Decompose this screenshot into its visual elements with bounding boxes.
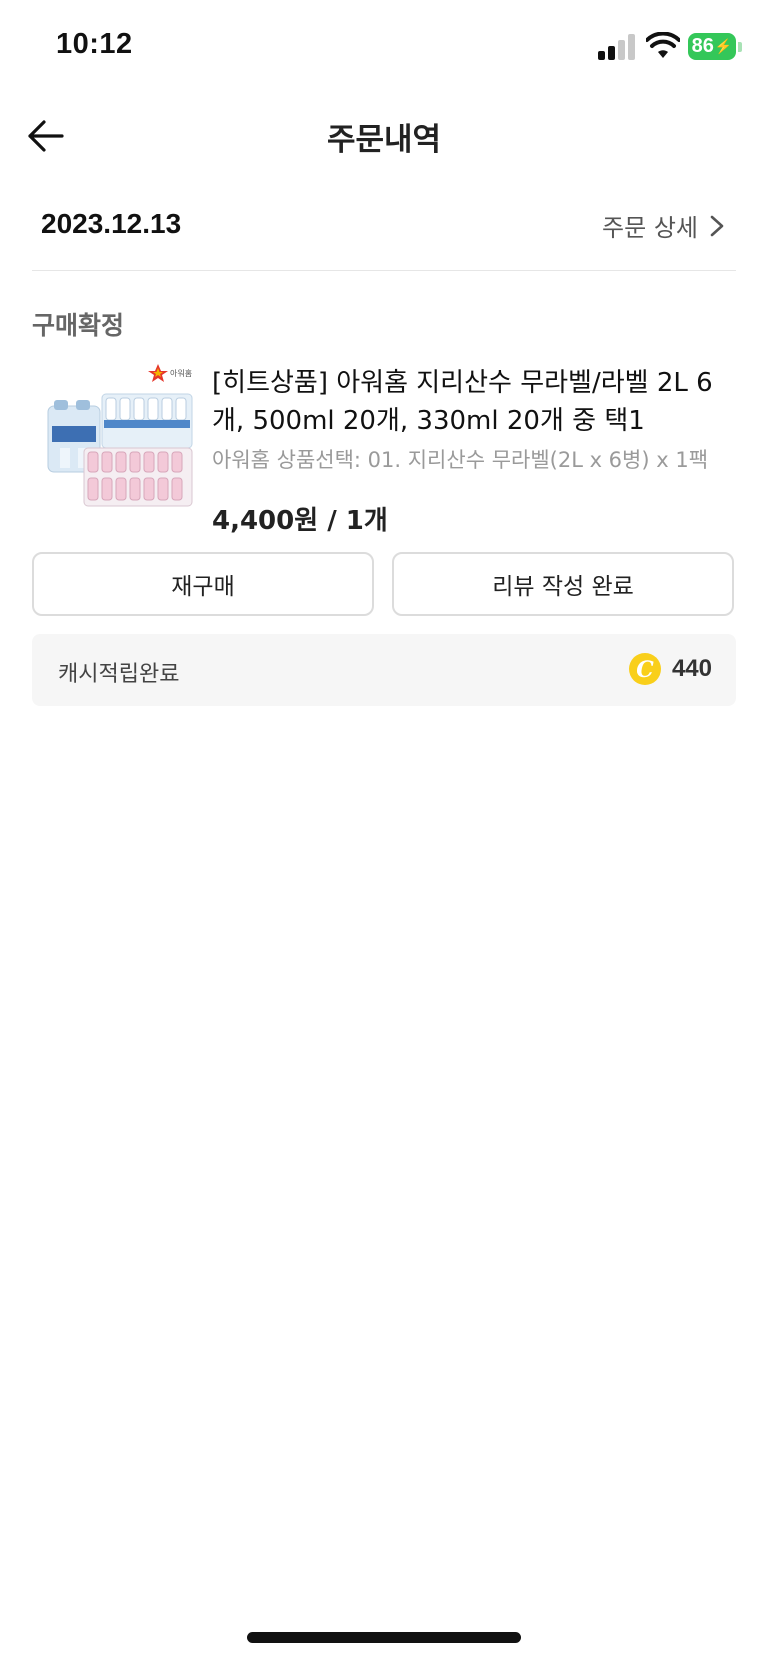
product-item[interactable]: 아워홈 [히트상품] 아워홈 지리산수 무라벨/라벨 2L 6개, 500ml … bbox=[32, 360, 736, 536]
review-complete-button[interactable]: 리뷰 작성 완료 bbox=[392, 552, 734, 616]
battery-level: 86 bbox=[691, 35, 714, 57]
order-history-page: 10:12 86 ⚡ 주문내역 2023.12.13 주문 상세 구매확정 아워… bbox=[0, 0, 768, 1663]
cash-coin-icon: C bbox=[628, 653, 661, 685]
page-title: 주문내역 bbox=[326, 122, 442, 158]
repurchase-button[interactable]: 재구매 bbox=[32, 552, 374, 616]
home-indicator[interactable] bbox=[247, 1632, 521, 1643]
cash-reward-amount-group: C 440 bbox=[628, 652, 712, 686]
cash-reward-amount: 440 bbox=[671, 655, 712, 682]
order-detail-label: 주문 상세 bbox=[602, 214, 698, 242]
product-option: 아워홈 상품선택: 01. 지리산수 무라벨(2L x 6병) x 1팩 bbox=[212, 448, 709, 472]
charging-bolt-icon: ⚡ bbox=[714, 38, 733, 54]
cash-reward-label: 캐시적립완료 bbox=[58, 662, 180, 687]
chevron-right-icon bbox=[710, 215, 724, 236]
cellular-signal-icon bbox=[598, 34, 635, 60]
brand-logo-text: 아워홈 bbox=[170, 368, 192, 378]
order-detail-link[interactable]: 주문 상세 bbox=[602, 208, 726, 243]
order-date: 2023.12.13 bbox=[41, 208, 182, 239]
wifi-icon bbox=[646, 32, 680, 58]
brand-logo: 아워홈 bbox=[148, 364, 192, 382]
battery-cap bbox=[738, 42, 742, 52]
cash-reward-box: 캐시적립완료 C 440 bbox=[32, 634, 736, 706]
purchase-status: 구매확정 bbox=[32, 311, 125, 340]
status-time: 10:12 bbox=[56, 28, 133, 60]
status-bar: 10:12 86 ⚡ bbox=[0, 0, 768, 92]
order-date-row: 2023.12.13 주문 상세 bbox=[0, 200, 768, 270]
product-price: 4,400원 / 1개 bbox=[212, 506, 388, 536]
product-thumbnail[interactable]: 아워홈 bbox=[46, 364, 196, 510]
battery-icon: 86 ⚡ bbox=[688, 33, 736, 60]
product-info: [히트상품] 아워홈 지리산수 무라벨/라벨 2L 6개, 500ml 20개,… bbox=[212, 364, 742, 537]
divider bbox=[32, 270, 736, 271]
svg-text:C: C bbox=[636, 657, 654, 683]
water-pack-image bbox=[47, 393, 193, 507]
product-name[interactable]: [히트상품] 아워홈 지리산수 무라벨/라벨 2L 6개, 500ml 20개,… bbox=[212, 364, 742, 440]
header: 주문내역 bbox=[0, 92, 768, 180]
